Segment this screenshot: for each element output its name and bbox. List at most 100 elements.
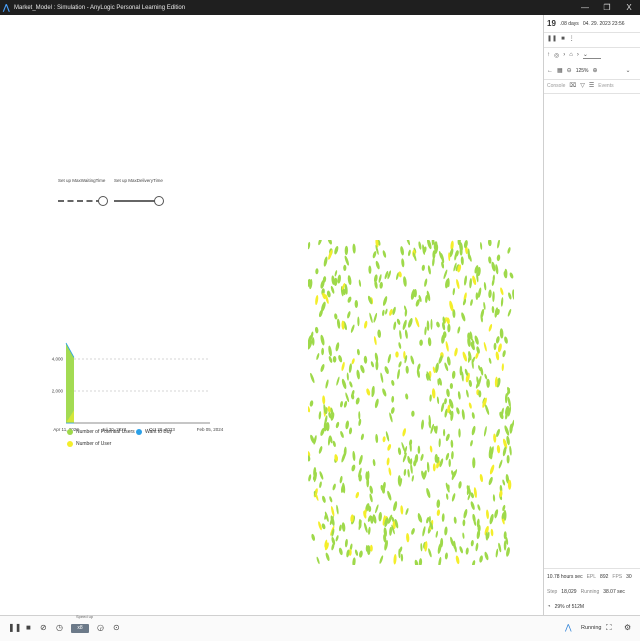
agent-potential-user — [335, 342, 340, 352]
agent-potential-user — [444, 552, 448, 560]
model-time-row: 19 .08 days 04. 29. 2023 23:56 — [547, 19, 638, 28]
agent-potential-user — [401, 442, 406, 453]
agent-potential-user — [487, 240, 492, 247]
divider — [544, 79, 640, 80]
max-delivery-time-slider[interactable] — [114, 196, 164, 206]
agent-potential-user — [483, 425, 487, 437]
filter-icon[interactable]: ▽ — [580, 82, 585, 89]
agent-potential-user — [382, 296, 388, 306]
target-icon[interactable]: ◎ — [554, 52, 559, 59]
agent-potential-user — [336, 318, 341, 329]
zoom-out-icon[interactable]: ⊖ — [567, 67, 572, 74]
speed-up-icon[interactable]: ◶ — [97, 623, 104, 632]
agent-potential-user — [391, 379, 395, 386]
agent-potential-user — [309, 400, 314, 407]
agent-user — [431, 388, 436, 399]
agent-user — [455, 555, 460, 565]
agent-potential-user — [360, 364, 365, 374]
agent-potential-user — [509, 445, 512, 456]
agent-potential-user — [308, 455, 311, 462]
stop-icon[interactable]: ■ — [561, 36, 565, 42]
minimize-button[interactable]: — — [574, 3, 596, 12]
slow-down-icon[interactable]: ◷ — [56, 623, 63, 632]
tab-console[interactable]: Console — [547, 83, 565, 89]
agent-potential-user — [489, 513, 494, 525]
agent-user — [501, 363, 504, 372]
agent-potential-user — [469, 278, 472, 289]
agent-potential-user — [360, 433, 364, 441]
divider — [544, 32, 640, 33]
close-button[interactable]: X — [618, 3, 640, 12]
agent-potential-user — [334, 245, 339, 255]
agent-potential-user — [424, 326, 427, 336]
agent-potential-user — [328, 345, 332, 357]
fullscreen-icon[interactable]: ⛶ — [606, 623, 612, 633]
agent-potential-user — [397, 368, 400, 380]
agent-potential-user — [327, 240, 332, 245]
agent-user — [386, 457, 390, 466]
zoom-dropdown-icon[interactable]: ⌄ — [626, 67, 631, 74]
pause-icon[interactable]: ❚❚ — [8, 623, 21, 632]
arrow-left-icon[interactable]: ← — [547, 68, 553, 74]
agent-user — [382, 436, 386, 443]
agent-potential-user — [418, 241, 422, 250]
agent-potential-user — [411, 528, 415, 535]
agent-user — [436, 509, 441, 516]
agent-potential-user — [504, 336, 508, 344]
pause-icon[interactable]: ❚❚ — [547, 35, 557, 42]
agent-potential-user — [496, 428, 500, 438]
zoom-in-icon[interactable]: ⊕ — [593, 67, 598, 74]
settings-icon[interactable]: ⚙ — [624, 623, 631, 632]
day-count: 19 — [547, 19, 556, 28]
agent-user — [373, 336, 377, 346]
agent-user — [507, 479, 512, 490]
agent-potential-user — [334, 313, 338, 320]
slider-knob[interactable] — [98, 196, 108, 206]
agent-potential-user — [503, 540, 507, 551]
agent-potential-user — [457, 326, 461, 334]
stop-icon[interactable]: ■ — [26, 623, 31, 632]
tab-events[interactable]: Events — [598, 83, 613, 89]
agent-potential-user — [486, 378, 490, 388]
agent-potential-user — [330, 285, 335, 294]
more-icon[interactable]: ⋮ — [569, 35, 575, 42]
agent-user — [331, 506, 335, 517]
agent-user — [493, 433, 497, 443]
agent-potential-user — [472, 457, 476, 469]
agent-potential-user — [403, 276, 407, 287]
agent-potential-user — [460, 256, 464, 266]
agent-potential-user — [336, 504, 339, 515]
agent-user — [462, 351, 468, 362]
dropdown-icon[interactable]: ⌄ — [582, 51, 601, 59]
max-waiting-time-slider[interactable] — [58, 196, 108, 206]
step-icon[interactable]: ⊘ — [40, 623, 47, 632]
grid-icon[interactable]: ▦ — [557, 67, 563, 74]
agent-potential-user — [488, 289, 492, 299]
realtime-icon[interactable]: ⊙ — [113, 623, 120, 632]
agent-potential-user — [402, 319, 407, 331]
y-tick-label: 4,000 — [52, 357, 64, 362]
restore-button[interactable]: ❐ — [596, 3, 618, 12]
agent-potential-user — [457, 391, 461, 400]
legend-item-want-to-buy: Want to Buy — [136, 429, 172, 435]
slider-knob[interactable] — [154, 196, 164, 206]
running-label: Running — [580, 589, 600, 595]
agent-potential-user — [347, 311, 351, 319]
agent-potential-user — [446, 356, 451, 366]
agent-potential-user — [332, 440, 336, 448]
arrow-up-icon[interactable]: ↑ — [547, 52, 550, 58]
agent-potential-user — [350, 393, 355, 400]
agent-user — [341, 361, 345, 371]
chevron-right-icon: › — [576, 52, 579, 58]
window-title: Market_Model : Simulation - AnyLogic Per… — [14, 4, 186, 11]
agent-user — [395, 351, 399, 358]
agent-potential-user — [358, 411, 361, 420]
clear-icon[interactable]: ⌧ — [569, 82, 576, 89]
model-canvas[interactable]: Set up MaxWaitingTime Set up MaxDelivery… — [0, 15, 543, 615]
agent-potential-user — [471, 425, 476, 436]
home-icon[interactable]: ⌂ — [569, 52, 573, 58]
agent-potential-user — [396, 318, 401, 325]
agent-potential-user — [500, 297, 504, 307]
stats-row-2: Step 18,029 Running 38.07 sec — [547, 589, 638, 595]
events-icon[interactable]: ☰ — [589, 82, 594, 89]
